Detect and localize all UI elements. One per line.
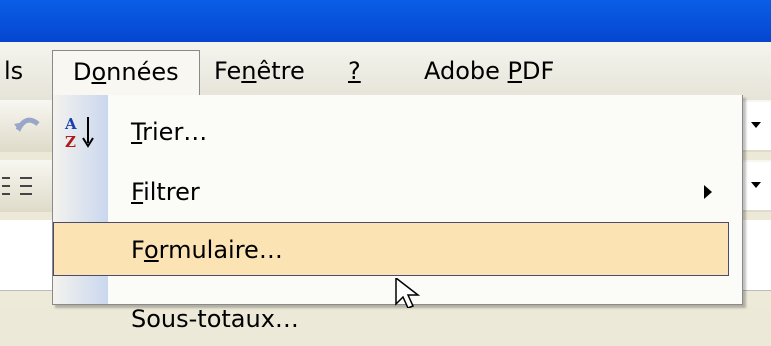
toolbar-dropdown-arrow-1[interactable] <box>741 102 771 150</box>
menu-fenetre[interactable]: Fenêtre <box>200 50 319 92</box>
submenu-arrow-icon <box>704 185 712 199</box>
toolbar-dropdown-arrow-2[interactable] <box>741 162 771 210</box>
menu-item-trier[interactable]: A Z Trier… <box>53 105 742 159</box>
menu-item-filtrer[interactable]: Filtrer <box>53 165 742 219</box>
menu-item-filtrer-label: Filtrer <box>131 178 200 206</box>
menu-outils[interactable]: ls <box>0 50 37 92</box>
sort-ascending-icon: A Z <box>61 113 101 151</box>
menu-adobe-label: Adobe PDF <box>424 57 555 85</box>
undo-icon[interactable] <box>10 112 44 140</box>
menu-fenetre-label: Fenêtre <box>214 57 305 85</box>
menu-donnees-label-rest: nnées <box>106 58 179 86</box>
menu-item-filtrer-mnemonic: F <box>131 178 144 206</box>
menu-outils-label: ls <box>4 57 24 85</box>
window-titlebar <box>0 0 771 42</box>
menu-item-trier-mnemonic: T <box>131 118 143 146</box>
menu-donnees[interactable]: Données <box>52 50 200 98</box>
align-icon[interactable] <box>2 174 32 198</box>
menu-fenetre-mnemonic: n <box>241 57 257 85</box>
menu-donnees-label-part: D <box>73 58 92 86</box>
menu-bar: ls Données Fenêtre ? Adobe PDF <box>0 42 771 100</box>
menu-donnees-mnemonic: o <box>91 58 107 86</box>
menu-item-formulaire[interactable]: Formulaire… <box>53 222 729 276</box>
svg-text:Z: Z <box>65 133 76 151</box>
menu-item-trier-label: Trier… <box>131 118 208 146</box>
menu-donnees-label: Données <box>73 58 179 86</box>
menu-item-sous-totaux-label: Sous-totaux… <box>131 305 299 333</box>
menu-help[interactable]: ? <box>334 50 375 92</box>
menu-help-label: ? <box>348 57 361 85</box>
menu-item-formulaire-label: Formulaire… <box>131 236 283 264</box>
menu-adobe-mnemonic: P <box>507 57 523 85</box>
menu-adobe-pdf[interactable]: Adobe PDF <box>410 50 568 92</box>
mouse-pointer-icon <box>394 276 428 312</box>
menu-item-formulaire-mnemonic: o <box>143 236 159 264</box>
donnees-dropdown-menu: A Z Trier… Filtrer Formulaire… Sous-tota… <box>52 95 743 333</box>
svg-text:A: A <box>64 115 77 133</box>
